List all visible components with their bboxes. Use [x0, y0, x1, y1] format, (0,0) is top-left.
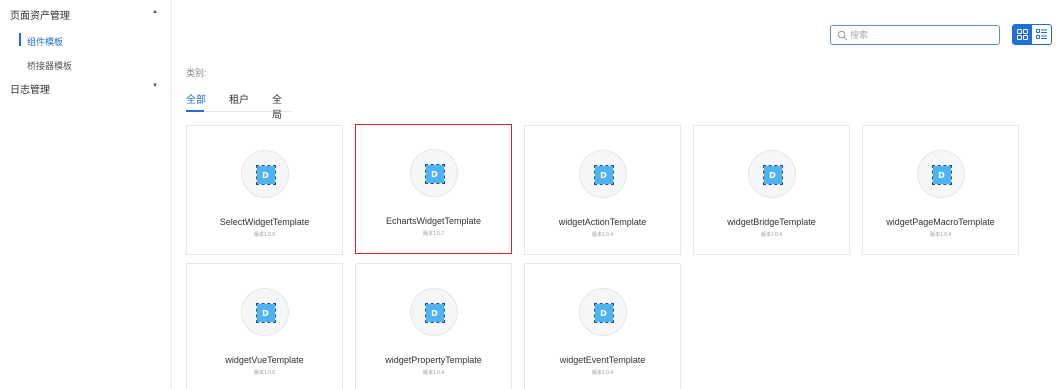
template-version: 版本1.0.5 [253, 370, 276, 376]
template-version: 版本1.0.4 [422, 370, 445, 376]
template-icon-letter: D [600, 308, 607, 318]
tab-all[interactable]: 全部 [186, 91, 206, 106]
template-name: widgetPageMacroTemplate [886, 217, 995, 227]
template-card[interactable]: D SelectWidgetTemplate 版本1.0.0 [186, 125, 343, 255]
template-avatar: D [409, 149, 458, 197]
category-label: 类别: [186, 68, 207, 78]
template-card-selected[interactable]: D EchartsWidgetTemplate 版本1.0.7 [355, 124, 512, 254]
view-toggle [1012, 24, 1052, 45]
search-box [830, 25, 1000, 45]
list-view-button[interactable] [1032, 25, 1051, 44]
template-icon: D [255, 165, 276, 185]
template-avatar: D [916, 150, 965, 198]
template-card[interactable]: D widgetEventTemplate 版本1.0.4 [524, 263, 681, 389]
template-avatar: D [409, 288, 458, 336]
sidebar-group-logs[interactable]: 日志管理 ▼ [0, 76, 172, 98]
template-version: 版本1.0.4 [929, 232, 952, 238]
grid-view-icon [1017, 29, 1028, 40]
sidebar-group-label: 日志管理 [10, 85, 50, 96]
chevron-up-icon: ▲ [152, 9, 158, 15]
category-tabs: 全部 租户 全局 [186, 86, 291, 121]
list-view-icon [1036, 29, 1047, 39]
template-icon: D [762, 165, 783, 185]
template-icon: D [593, 165, 614, 185]
template-name: widgetBridgeTemplate [727, 217, 816, 227]
chevron-down-icon: ▼ [152, 83, 158, 89]
template-version: 版本1.0.4 [760, 232, 783, 238]
template-icon-letter: D [262, 308, 269, 318]
tab-global[interactable]: 全局 [272, 91, 291, 121]
template-icon-letter: D [769, 170, 776, 180]
sidebar-item-label: 桥接器模板 [27, 61, 73, 71]
template-name: widgetVueTemplate [225, 355, 304, 365]
template-icon: D [931, 165, 952, 185]
template-version: 版本1.0.0 [253, 232, 276, 238]
template-icon-letter: D [600, 170, 607, 180]
sidebar-group-label: 页面资产管理 [10, 11, 70, 22]
template-card[interactable]: D widgetVueTemplate 版本1.0.5 [186, 263, 343, 389]
template-version: 版本1.0.4 [591, 232, 614, 238]
template-avatar: D [578, 150, 627, 198]
template-avatar: D [240, 288, 289, 336]
template-name: SelectWidgetTemplate [219, 217, 310, 227]
template-icon: D [424, 164, 445, 184]
template-icon-letter: D [938, 170, 945, 180]
tab-tenant[interactable]: 租户 [229, 91, 249, 106]
template-avatar: D [747, 150, 796, 198]
template-icon-letter: D [431, 169, 438, 179]
tab-active-indicator [186, 110, 204, 112]
template-name: widgetEventTemplate [559, 355, 646, 365]
template-card[interactable]: D widgetPropertyTemplate 版本1.0.4 [355, 263, 512, 389]
template-name: widgetPropertyTemplate [385, 355, 482, 365]
template-icon: D [424, 303, 445, 323]
template-card[interactable]: D widgetBridgeTemplate 版本1.0.4 [693, 125, 850, 255]
template-card[interactable]: D widgetActionTemplate 版本1.0.4 [524, 125, 681, 255]
template-icon: D [593, 303, 614, 323]
template-icon-letter: D [431, 308, 438, 318]
grid-view-button[interactable] [1013, 25, 1032, 44]
template-version: 版本1.0.4 [591, 370, 614, 376]
sidebar-item-component-templates[interactable]: 组件模板 [0, 30, 172, 50]
template-name: widgetActionTemplate [558, 217, 647, 227]
template-icon-letter: D [262, 170, 269, 180]
template-version: 版本1.0.7 [422, 231, 445, 237]
template-card[interactable]: D widgetPageMacroTemplate 版本1.0.4 [862, 125, 1019, 255]
search-input[interactable] [850, 28, 995, 42]
template-avatar: D [578, 288, 627, 336]
active-indicator [19, 33, 21, 46]
sidebar: 页面资产管理 ▲ 组件模板 桥接器模板 日志管理 ▼ [0, 0, 172, 389]
template-avatar: D [240, 150, 289, 198]
search-icon [837, 30, 848, 41]
template-icon: D [255, 303, 276, 323]
template-name: EchartsWidgetTemplate [385, 216, 482, 226]
sidebar-item-label: 组件模板 [27, 37, 64, 47]
sidebar-group-page-assets[interactable]: 页面资产管理 ▲ [0, 2, 172, 24]
sidebar-item-bridge-templates[interactable]: 桥接器模板 [0, 54, 172, 74]
